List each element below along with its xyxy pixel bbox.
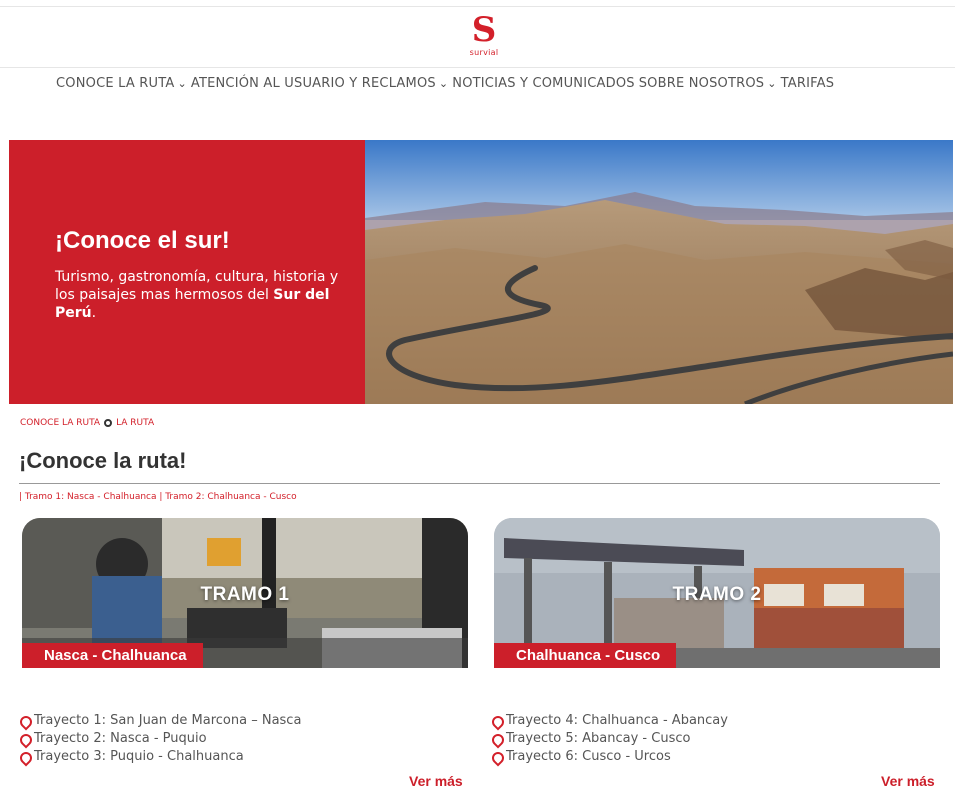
location-pin-icon [492, 716, 500, 727]
ver-mas-tramo-2-link[interactable]: Ver más [881, 773, 935, 789]
nav-label: SOBRE NOSOTROS [638, 76, 765, 91]
nav-item-noticias[interactable]: NOTICIAS Y COMUNICADOS [452, 76, 634, 91]
title-divider [19, 483, 940, 484]
hero-description: Turismo, gastronomía, cultura, historia … [55, 269, 339, 321]
breadcrumb-separator-icon [104, 419, 113, 427]
nav-item-tarifas[interactable]: TARIFAS [781, 76, 835, 91]
tramo-2-card[interactable]: TRAMO 2 Chalhuanca - Cusco [494, 518, 940, 668]
breadcrumb-current: LA RUTA [116, 418, 155, 428]
location-pin-icon [492, 734, 500, 745]
card-label: Chalhuanca - Cusco [494, 643, 677, 668]
list-item: Trayecto 2: Nasca - Puquio [20, 730, 301, 748]
location-pin-icon [492, 752, 500, 763]
hero-landscape-image [365, 140, 953, 404]
hero-banner: ¡Conoce el sur! Turismo, gastronomía, cu… [9, 140, 953, 404]
nav-item-atencion[interactable]: ATENCIÓN AL USUARIO Y RECLAMOS ⌄ [191, 76, 448, 91]
location-pin-icon [20, 734, 28, 745]
chevron-down-icon: ⌄ [177, 77, 187, 90]
nav-item-sobre-nosotros[interactable]: SOBRE NOSOTROS ⌄ [639, 76, 777, 91]
list-item: Trayecto 4: Chalhuanca - Abancay [492, 712, 728, 730]
ver-mas-tramo-1-link[interactable]: Ver más [409, 773, 463, 789]
nav-label: TARIFAS [780, 76, 835, 91]
tramo-1-card[interactable]: TRAMO 1 Nasca - Chalhuanca [22, 518, 468, 668]
list-item: Trayecto 5: Abancay - Cusco [492, 730, 728, 748]
hero-title: ¡Conoce el sur! [55, 227, 230, 254]
list-item: Trayecto 6: Cusco - Urcos [492, 748, 728, 766]
breadcrumb: CONOCE LA RUTA LA RUTA [20, 418, 154, 428]
top-divider [0, 6, 955, 7]
mountain-road-illustration [365, 140, 953, 404]
tramo-2-routes: Trayecto 4: Chalhuanca - Abancay Trayect… [492, 712, 728, 766]
nav-label: ATENCIÓN AL USUARIO Y RECLAMOS [190, 76, 436, 91]
list-item: Trayecto 3: Puquio - Chalhuanca [20, 748, 301, 766]
logo-text: survial [469, 48, 499, 57]
tramo-links[interactable]: | Tramo 1: Nasca - Chalhuanca | Tramo 2:… [19, 492, 297, 502]
survial-logo[interactable]: S survial [460, 12, 508, 64]
breadcrumb-parent-link[interactable]: CONOCE LA RUTA [20, 418, 100, 428]
location-pin-icon [20, 716, 28, 727]
chevron-down-icon: ⌄ [438, 77, 449, 90]
logo-mark: S [471, 10, 497, 50]
page-title: ¡Conoce la ruta! [19, 448, 187, 473]
chevron-down-icon: ⌄ [767, 77, 777, 90]
card-title: TRAMO 1 [200, 584, 290, 605]
card-label: Nasca - Chalhuanca [22, 643, 203, 668]
hero-text-panel: ¡Conoce el sur! Turismo, gastronomía, cu… [9, 140, 365, 404]
nav-divider [0, 67, 955, 68]
main-nav: CONOCE LA RUTA ⌄ ATENCIÓN AL USUARIO Y R… [56, 76, 834, 91]
nav-item-conoce-la-ruta[interactable]: CONOCE LA RUTA ⌄ [56, 76, 187, 91]
card-title: TRAMO 2 [672, 584, 762, 605]
location-pin-icon [20, 752, 28, 763]
nav-label: CONOCE LA RUTA [56, 76, 175, 91]
nav-label: NOTICIAS Y COMUNICADOS [452, 76, 635, 91]
tramo-1-routes: Trayecto 1: San Juan de Marcona – Nasca … [20, 712, 301, 766]
list-item: Trayecto 1: San Juan de Marcona – Nasca [20, 712, 301, 730]
